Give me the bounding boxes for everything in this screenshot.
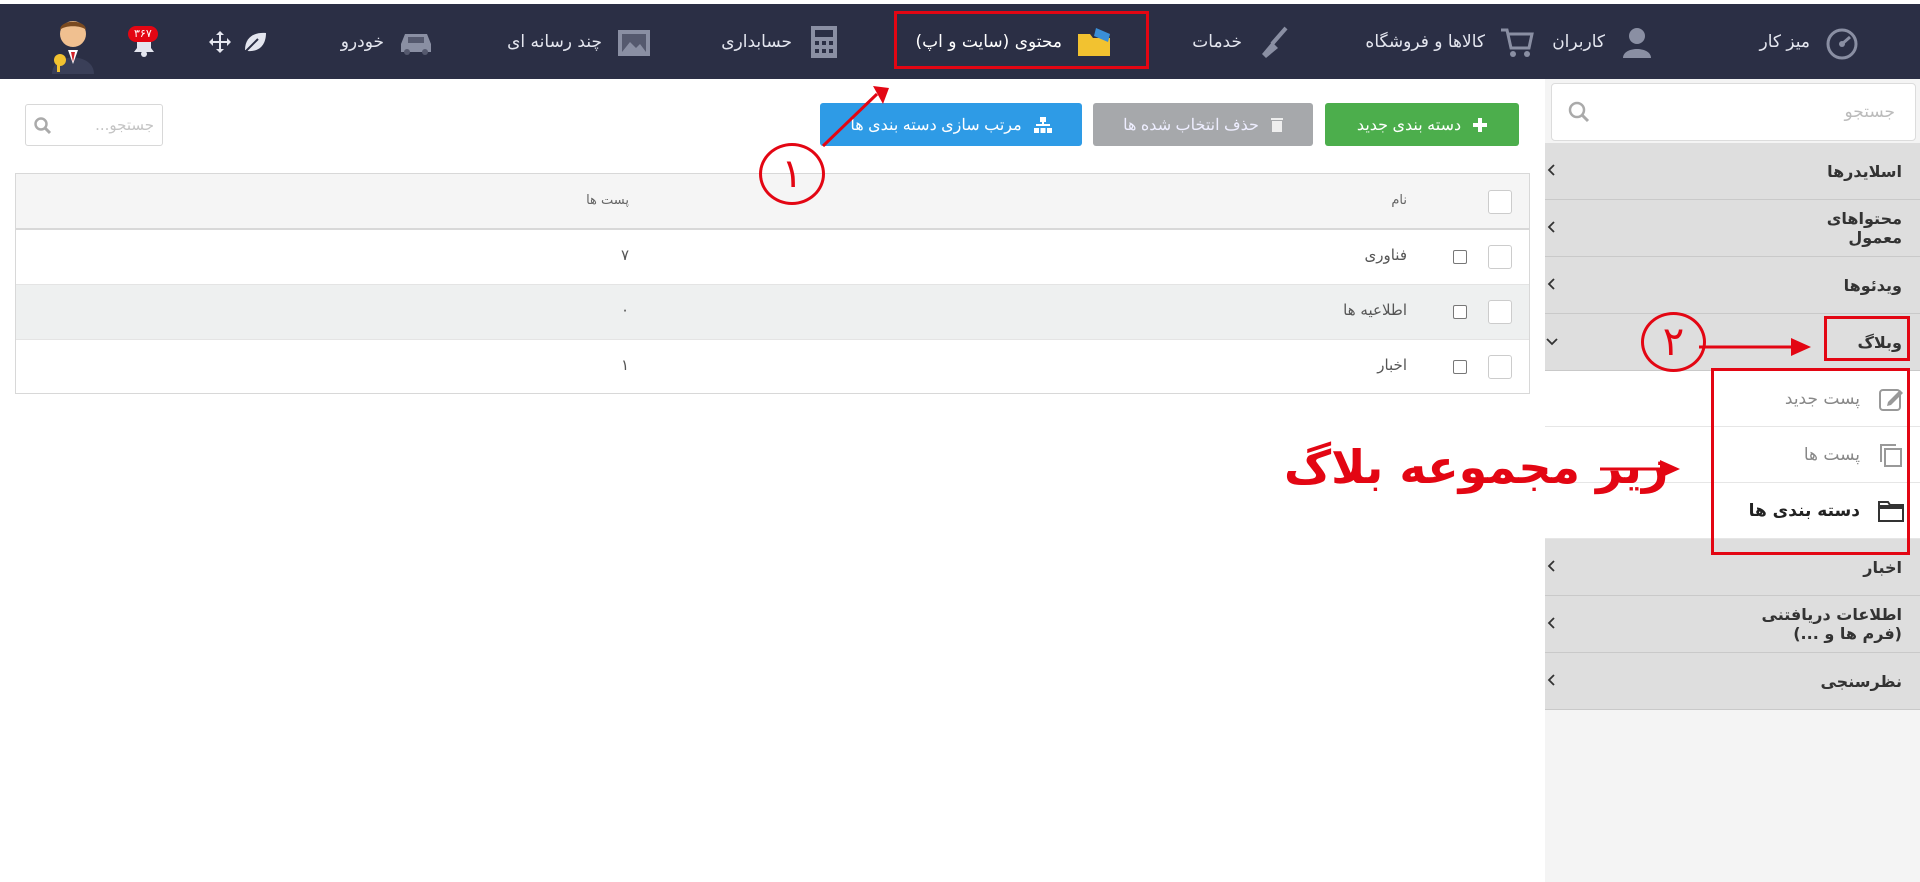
car-icon [401, 33, 431, 55]
nav-desk[interactable]: میز کار [1759, 4, 1860, 79]
annotation-step-1: ۱ [759, 143, 825, 205]
chevron-left-icon [1547, 616, 1555, 629]
table-row[interactable]: فناوری ۷ [16, 230, 1529, 285]
search-icon[interactable] [1568, 101, 1590, 123]
sidebar-item-sliders[interactable]: اسلایدرها [1545, 143, 1920, 200]
row-checkbox[interactable] [1453, 305, 1467, 319]
row-posts: ۱ [620, 356, 629, 374]
table-search [25, 104, 163, 146]
annotation-submenu-highlight [1711, 368, 1910, 555]
nav-users[interactable]: کاربران [1552, 4, 1655, 79]
sidebar-item-videos[interactable]: ویدئوها [1545, 257, 1920, 314]
nav-services-label: خدمات [1192, 31, 1242, 52]
cart-icon [1501, 28, 1534, 57]
avatar[interactable] [48, 16, 98, 74]
new-category-button[interactable]: دسته بندی جدید [1325, 103, 1519, 146]
sidebar-item-label: اخبار [1863, 557, 1902, 577]
nav-car-label: خودرو [340, 31, 384, 52]
delete-selected-button[interactable]: حذف انتخاب شده ها [1093, 103, 1313, 146]
row-checkbox[interactable] [1453, 360, 1467, 374]
annotation-blog-highlight [1824, 316, 1910, 361]
row-select-checkbox[interactable] [1488, 245, 1512, 269]
move-icon[interactable] [208, 30, 232, 54]
nav-car[interactable]: خودرو [341, 4, 434, 79]
user-icon [1623, 27, 1651, 58]
nav-services[interactable]: خدمات [1192, 4, 1292, 79]
nav-shop[interactable]: کالاها و فروشگاه [1365, 4, 1535, 79]
row-posts: ۷ [620, 246, 629, 264]
row-select-checkbox[interactable] [1488, 300, 1512, 324]
column-header-posts: پست ها [586, 193, 629, 208]
calculator-icon [811, 25, 837, 58]
annotation-content-highlight [894, 11, 1149, 69]
table-row[interactable]: اخبار ۱ [16, 340, 1529, 395]
sidebar-search-input[interactable] [1595, 84, 1915, 140]
chevron-left-icon [1547, 277, 1555, 290]
sidebar-item-general-content[interactable]: محتواهای معمول [1545, 200, 1920, 257]
nav-accounting[interactable]: حسابداری [721, 4, 842, 79]
annotation-note: زیر مجموعه بلاگ [1284, 440, 1669, 494]
select-all-checkbox[interactable] [1488, 190, 1512, 214]
notification-badge: ۳۶۷ [128, 26, 158, 42]
sidebar-search [1551, 83, 1916, 141]
row-name: اخبار [1377, 356, 1407, 374]
sidebar-item-label: محتواهای معمول [1826, 209, 1902, 247]
sidebar-item-label: اسلایدرها [1827, 161, 1902, 181]
annotation-step-1-number: ۱ [781, 151, 803, 197]
delete-selected-label: حذف انتخاب شده ها [1123, 116, 1259, 134]
chevron-left-icon [1547, 220, 1555, 233]
categories-table: نام پست ها فناوری ۷ اطلاعیه ها ۰ اخبار ۱ [15, 173, 1530, 394]
row-select-checkbox[interactable] [1488, 355, 1512, 379]
speedometer-icon [1826, 28, 1858, 59]
nav-media[interactable]: چند رسانه ای [507, 4, 652, 79]
column-header-name: نام [1391, 193, 1407, 208]
sidebar-item-label: نظرسنجی [1820, 671, 1902, 691]
trash-icon [1270, 118, 1283, 132]
chevron-down-icon [1546, 337, 1558, 345]
plus-icon [1473, 117, 1488, 132]
search-icon[interactable] [34, 117, 52, 135]
chevron-left-icon [1547, 163, 1555, 176]
row-name: فناوری [1364, 246, 1408, 264]
broom-icon [1262, 26, 1288, 58]
table-search-input[interactable] [52, 105, 162, 145]
table-row[interactable]: اطلاعیه ها ۰ [16, 285, 1529, 340]
nav-shop-label: کالاها و فروشگاه [1365, 31, 1485, 52]
nav-users-label: کاربران [1552, 31, 1605, 52]
sidebar-item-forms[interactable]: اطلاعات دریافتنی (فرم ها و ...) [1545, 596, 1920, 653]
new-category-label: دسته بندی جدید [1356, 116, 1462, 134]
nav-accounting-label: حسابداری [721, 31, 792, 52]
leaf-icon[interactable] [242, 30, 268, 54]
image-icon [618, 29, 650, 56]
nav-media-label: چند رسانه ای [507, 31, 602, 52]
annotation-arrow-1 [821, 86, 889, 148]
sidebar-item-polls[interactable]: نظرسنجی [1545, 653, 1920, 710]
row-checkbox[interactable] [1453, 250, 1467, 264]
sidebar-item-label: ویدئوها [1843, 275, 1902, 295]
row-posts: ۰ [620, 301, 629, 319]
annotation-step-2-number: ۲ [1662, 319, 1685, 365]
sitemap-icon [1033, 116, 1052, 133]
chevron-left-icon [1547, 673, 1555, 686]
row-name: اطلاعیه ها [1343, 301, 1407, 319]
nav-desk-label: میز کار [1759, 31, 1810, 52]
annotation-arrow-2 [1699, 338, 1811, 356]
chevron-left-icon [1547, 559, 1555, 572]
sidebar-item-label: اطلاعات دریافتنی (فرم ها و ...) [1761, 605, 1902, 643]
